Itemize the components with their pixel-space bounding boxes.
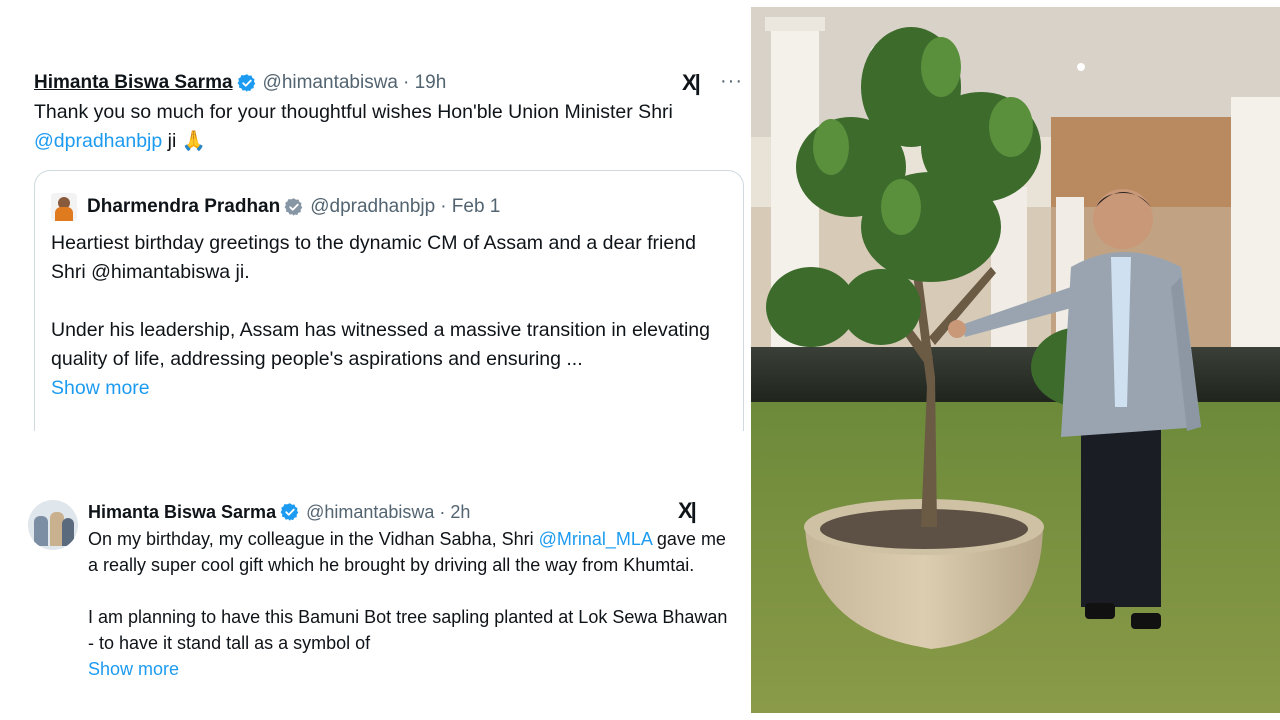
tweet-time[interactable]: · 2h: [439, 502, 470, 523]
x-logo-icon[interactable]: X|: [678, 498, 697, 524]
verified-badge-icon: [284, 198, 303, 216]
tweet-text: On my birthday, my colleague in the Vidh…: [88, 526, 738, 682]
author-handle[interactable]: @himantabiswa: [306, 502, 434, 523]
verified-badge-icon: [237, 74, 255, 92]
tweet-header: Himanta Biswa Sarma @himantabiswa · 19h: [34, 70, 446, 96]
author-name[interactable]: Himanta Biswa Sarma: [34, 72, 233, 94]
photo-illustration: [751, 7, 1280, 713]
quoted-author-name[interactable]: Dharmendra Pradhan: [87, 196, 280, 218]
mention-link[interactable]: @dpradhanbjp: [34, 130, 162, 152]
more-options-icon[interactable]: ···: [720, 70, 743, 93]
author-handle[interactable]: @himantabiswa: [263, 72, 398, 94]
verified-badge-icon: [280, 503, 299, 521]
quoted-tweet[interactable]: Dharmendra Pradhan @dpradhanbjp · Feb 1 …: [34, 170, 744, 431]
quoted-paragraph-1: Heartiest birthday greetings to the dyna…: [51, 232, 696, 283]
tweet-paragraph-2: I am planning to have this Bamuni Bot tr…: [88, 607, 728, 653]
show-more-link[interactable]: Show more: [51, 377, 150, 399]
tweet-text: Thank you so much for your thoughtful wi…: [34, 101, 673, 152]
avatar[interactable]: [51, 193, 77, 221]
quoted-paragraph-2: Under his leadership, Assam has witnesse…: [51, 319, 711, 370]
tweet-time[interactable]: · 19h: [403, 72, 446, 94]
show-more-link[interactable]: Show more: [88, 659, 179, 679]
avatar[interactable]: [28, 500, 78, 550]
quoted-tweet-text: Heartiest birthday greetings to the dyna…: [51, 229, 731, 403]
author-name[interactable]: Himanta Biswa Sarma: [88, 502, 276, 523]
x-logo-icon[interactable]: X|: [682, 70, 701, 96]
quoted-author-handle[interactable]: @dpradhanbjp: [310, 196, 435, 218]
tweet-card-top[interactable]: Himanta Biswa Sarma @himantabiswa · 19h …: [28, 62, 750, 431]
tweet-photo[interactable]: [751, 7, 1280, 713]
quoted-tweet-header: Dharmendra Pradhan @dpradhanbjp · Feb 1: [51, 193, 500, 221]
quoted-tweet-time[interactable]: · Feb 1: [440, 196, 500, 218]
tweet-card-bottom[interactable]: Himanta Biswa Sarma @himantabiswa · 2h X…: [12, 488, 750, 720]
tweet-header: Himanta Biswa Sarma @himantabiswa · 2h: [88, 500, 470, 524]
mention-link[interactable]: @Mrinal_MLA: [539, 529, 652, 549]
tweet-paragraph-1: On my birthday, my colleague in the Vidh…: [88, 529, 726, 575]
